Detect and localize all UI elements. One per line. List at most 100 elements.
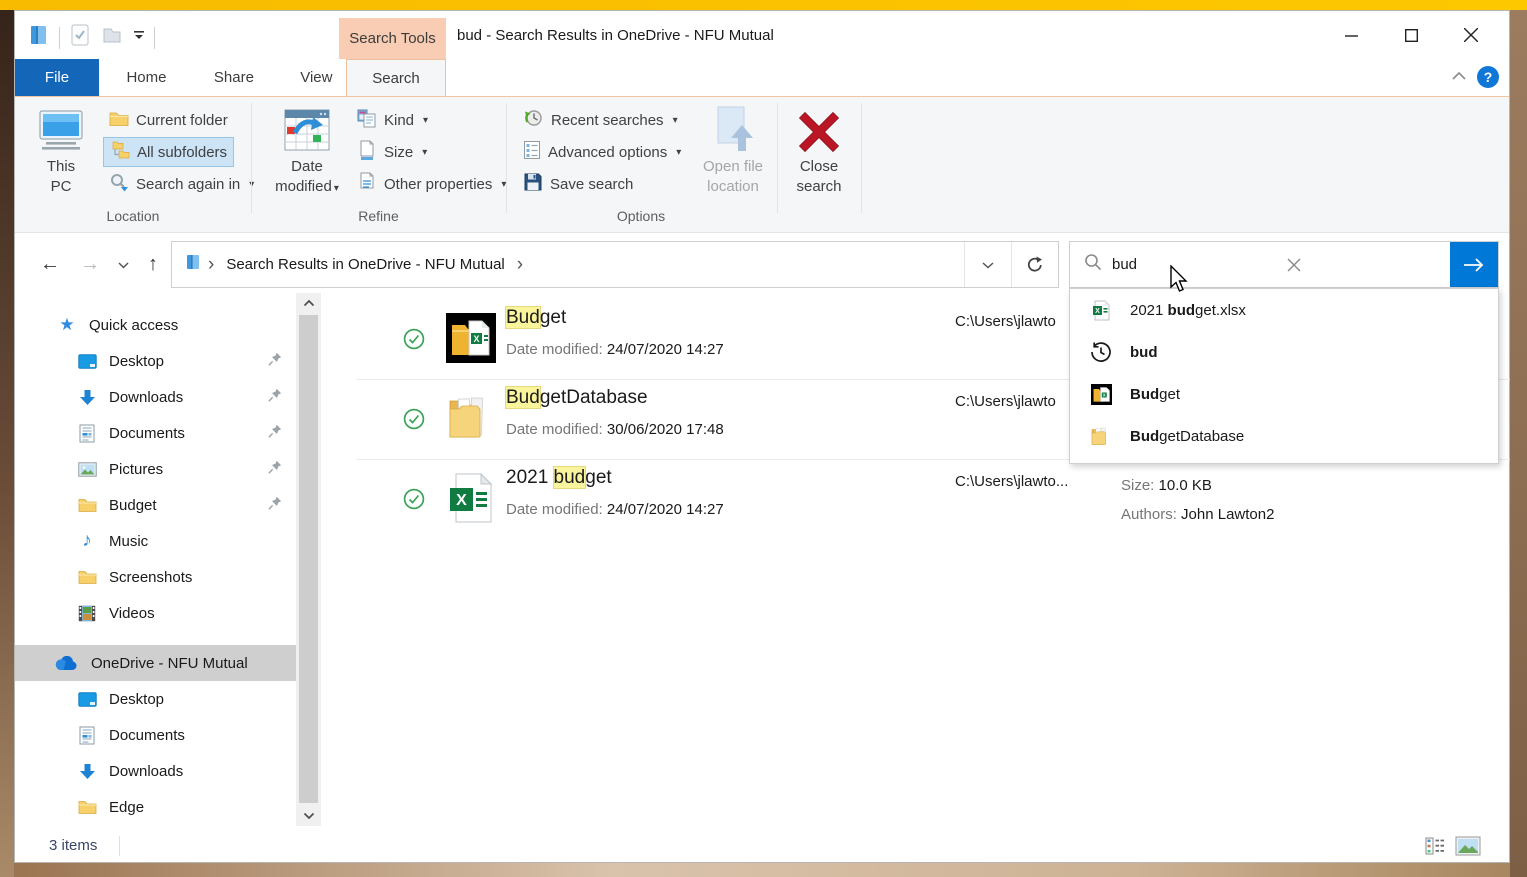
save-search-button[interactable]: Save search bbox=[517, 169, 639, 199]
sidebar-item-onedrive[interactable]: OneDrive - NFU Mutual bbox=[15, 645, 296, 681]
search-again-in-button[interactable]: Search again in ▾ bbox=[103, 169, 260, 199]
qat-customize-icon[interactable] bbox=[132, 28, 146, 47]
refresh-button[interactable] bbox=[1011, 242, 1058, 287]
pin-icon bbox=[268, 352, 282, 370]
suggestion-bud-history[interactable]: bud bbox=[1070, 331, 1498, 373]
sidebar-item-quick-access[interactable]: ★ Quick access bbox=[15, 307, 296, 343]
window-title: bud - Search Results in OneDrive - NFU M… bbox=[457, 11, 774, 59]
sidebar-item-documents[interactable]: Documents bbox=[15, 415, 296, 451]
large-icons-view-icon[interactable] bbox=[1455, 836, 1481, 861]
recent-searches-button[interactable]: Recent searches ▾ bbox=[517, 105, 684, 135]
onedrive-cloud-icon bbox=[53, 656, 79, 671]
result-row-2021-budget[interactable]: X 2021 budget Date modified: 24/07/2020 … bbox=[321, 459, 1510, 539]
sidebar-item-music[interactable]: ♪ Music bbox=[15, 523, 296, 559]
selected-check-icon[interactable] bbox=[403, 328, 425, 355]
maximize-button[interactable] bbox=[1381, 11, 1441, 59]
recent-locations-chevron[interactable] bbox=[111, 241, 135, 288]
minimize-button[interactable] bbox=[1321, 11, 1381, 59]
selected-check-icon[interactable] bbox=[403, 488, 425, 515]
search-input[interactable]: bud bbox=[1069, 241, 1499, 288]
sidebar-item-label: Downloads bbox=[109, 763, 183, 780]
properties-icon[interactable] bbox=[68, 23, 92, 52]
suggestion-budgetdatabase-folder[interactable]: BudgetDatabase bbox=[1070, 415, 1498, 457]
result-size: Size: 10.0 KB bbox=[1121, 477, 1212, 494]
documents-icon bbox=[77, 726, 97, 745]
sidebar-item-label: Edge bbox=[109, 799, 144, 816]
group-separator bbox=[506, 103, 507, 213]
all-subfolders-button[interactable]: All subfolders bbox=[103, 137, 234, 167]
open-file-location-label: Open file bbox=[703, 157, 763, 177]
excel-file-icon: X bbox=[1088, 300, 1114, 321]
date-modified-label2: modified▾ bbox=[275, 177, 339, 199]
address-bar[interactable]: › Search Results in OneDrive - NFU Mutua… bbox=[171, 241, 1059, 288]
sidebar-item-label: Desktop bbox=[109, 353, 164, 370]
details-view-icon[interactable] bbox=[1425, 836, 1445, 861]
tab-home[interactable]: Home bbox=[103, 59, 189, 96]
size-label: Size bbox=[384, 144, 413, 161]
wallpaper-right bbox=[1510, 10, 1527, 877]
sidebar-item-edge[interactable]: Edge bbox=[15, 789, 296, 825]
new-folder-icon[interactable] bbox=[100, 23, 124, 52]
advanced-options-button[interactable]: Advanced options ▾ bbox=[517, 137, 687, 167]
tab-share[interactable]: Share bbox=[194, 59, 274, 96]
sidebar-item-desktop[interactable]: Desktop bbox=[15, 343, 296, 379]
sidebar-item-pictures[interactable]: Pictures bbox=[15, 451, 296, 487]
clear-search-icon[interactable] bbox=[1274, 242, 1314, 287]
close-search-button[interactable]: Close search bbox=[783, 101, 855, 197]
sidebar-item-onedrive-downloads[interactable]: Downloads bbox=[15, 753, 296, 789]
tab-search-active[interactable]: Search bbox=[346, 59, 446, 96]
kind-button[interactable]: Kind ▾ bbox=[351, 105, 434, 135]
other-properties-label: Other properties bbox=[384, 176, 492, 193]
close-button[interactable] bbox=[1441, 11, 1501, 59]
suggestion-label: BudgetDatabase bbox=[1130, 428, 1244, 445]
open-file-location-label2: location bbox=[707, 177, 759, 197]
date-modified-icon bbox=[283, 101, 331, 153]
breadcrumb[interactable]: Search Results in OneDrive - NFU Mutual bbox=[226, 256, 504, 273]
collapse-ribbon-icon[interactable] bbox=[1451, 68, 1467, 86]
current-folder-icon bbox=[109, 110, 129, 131]
sidebar-item-label: Downloads bbox=[109, 389, 183, 406]
suggestion-budget-folder[interactable]: X Budget bbox=[1070, 373, 1498, 415]
current-folder-button[interactable]: Current folder bbox=[103, 105, 234, 135]
sidebar-item-budget[interactable]: Budget bbox=[15, 487, 296, 523]
sidebar-item-onedrive-desktop[interactable]: Desktop bbox=[15, 681, 296, 717]
selected-check-icon[interactable] bbox=[403, 408, 425, 435]
up-button[interactable]: ↑ bbox=[137, 241, 169, 288]
size-button[interactable]: Size ▾ bbox=[351, 137, 433, 167]
excel-file-icon: X bbox=[446, 473, 496, 523]
back-button[interactable]: ← bbox=[31, 241, 69, 288]
close-search-label: Close bbox=[800, 157, 838, 177]
desktop-icon bbox=[77, 354, 97, 369]
suggestion-2021-budget-xlsx[interactable]: X 2021 budget.xlsx bbox=[1070, 289, 1498, 331]
sidebar-item-label: Quick access bbox=[89, 317, 178, 334]
other-properties-button[interactable]: Other properties ▾ bbox=[351, 169, 512, 199]
result-date: Date modified: 30/06/2020 17:48 bbox=[506, 421, 724, 438]
address-dropdown-button[interactable] bbox=[964, 242, 1011, 287]
location-small-buttons: Current folder All subfolders Search aga… bbox=[103, 105, 260, 199]
forward-button[interactable]: → bbox=[73, 241, 107, 288]
search-go-button[interactable] bbox=[1450, 242, 1498, 287]
music-note-icon: ♪ bbox=[77, 530, 97, 552]
search-term-highlight: bud bbox=[554, 467, 586, 488]
this-pc-button[interactable]: This PC bbox=[25, 101, 97, 197]
scrollbar-up-arrow[interactable] bbox=[296, 293, 321, 313]
sidebar-item-label: Budget bbox=[109, 497, 157, 514]
tab-file[interactable]: File bbox=[15, 59, 99, 96]
kind-icon bbox=[357, 109, 377, 132]
tab-view[interactable]: View bbox=[278, 59, 354, 96]
date-modified-button[interactable]: Date modified▾ bbox=[267, 101, 347, 199]
sidebar-item-videos[interactable]: Videos bbox=[15, 595, 296, 631]
this-pc-label: This bbox=[47, 157, 75, 177]
chevron-down-icon: ▾ bbox=[423, 115, 428, 126]
sidebar-item-onedrive-documents[interactable]: Documents bbox=[15, 717, 296, 753]
help-icon[interactable]: ? bbox=[1477, 66, 1499, 88]
advanced-options-icon bbox=[523, 140, 541, 164]
sidebar-item-screenshots[interactable]: Screenshots bbox=[15, 559, 296, 595]
open-file-location-button[interactable]: Open file location bbox=[693, 101, 773, 197]
scrollbar-down-arrow[interactable] bbox=[296, 806, 321, 826]
sidebar-item-downloads[interactable]: Downloads bbox=[15, 379, 296, 415]
result-name: 2021 budget bbox=[506, 467, 612, 489]
scrollbar-thumb[interactable] bbox=[299, 315, 318, 803]
sidebar-scrollbar[interactable] bbox=[296, 293, 321, 826]
folder-with-files-icon bbox=[1088, 427, 1114, 446]
